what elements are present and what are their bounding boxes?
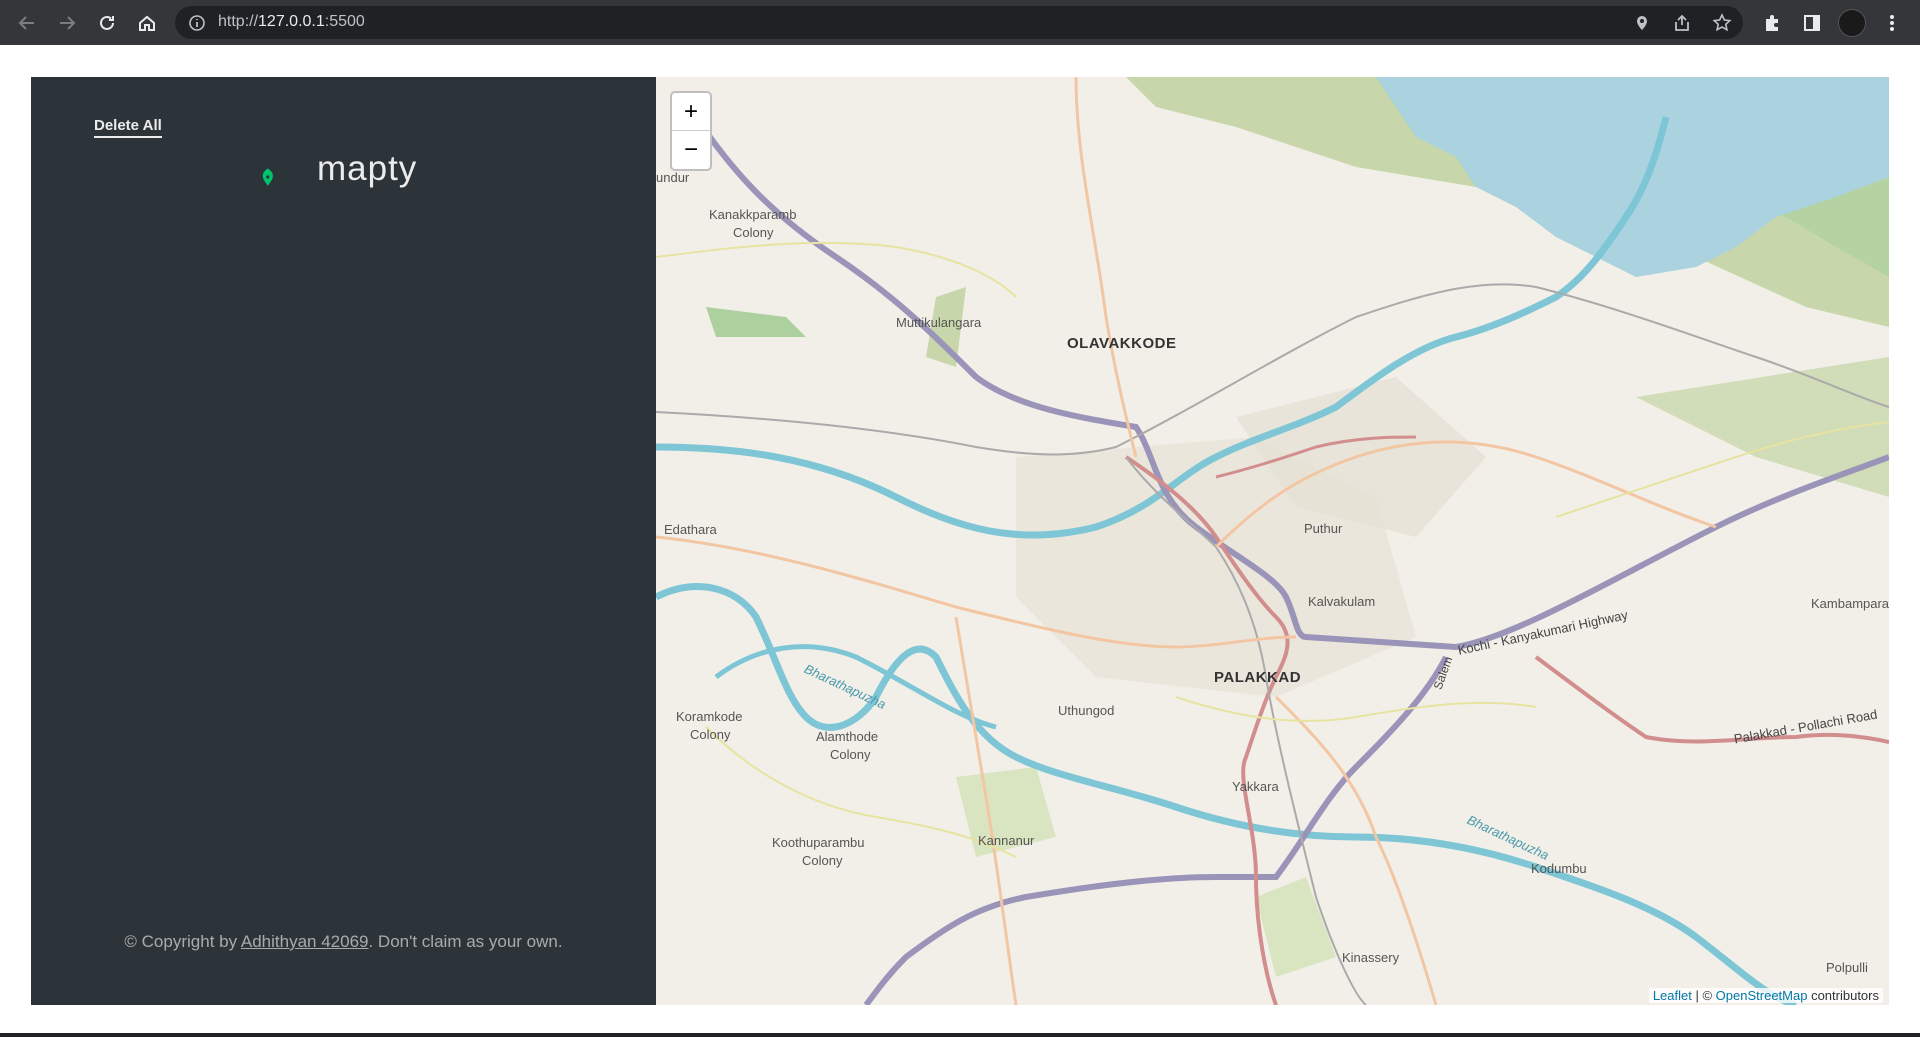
- forward-icon[interactable]: [53, 9, 81, 37]
- place-label: Kannanur: [978, 833, 1035, 848]
- info-icon[interactable]: [188, 14, 206, 32]
- back-icon[interactable]: [13, 9, 41, 37]
- map[interactable]: undur Kanakkparamb Colony Muttikulangara…: [656, 77, 1889, 1005]
- leaflet-link[interactable]: Leaflet: [1653, 988, 1692, 1003]
- extensions-icon[interactable]: [1758, 9, 1786, 37]
- place-label: Colony: [733, 225, 774, 240]
- place-label: Kalvakulam: [1308, 594, 1376, 609]
- map-attribution: Leaflet | © OpenStreetMap contributors: [1648, 988, 1883, 1003]
- osm-link[interactable]: OpenStreetMap: [1716, 988, 1808, 1003]
- url-text: http://127.0.0.1:5500: [218, 13, 365, 30]
- copyright-suffix: . Don't claim as your own.: [368, 932, 563, 951]
- mapty-logo-icon: [262, 168, 273, 186]
- attribution-separator: | ©: [1691, 988, 1716, 1003]
- place-label: Koramkode: [676, 709, 743, 724]
- copyright-prefix: © Copyright by: [124, 932, 241, 951]
- place-label: Koothuparambu: [772, 835, 865, 850]
- share-icon[interactable]: [1668, 9, 1696, 37]
- place-label: Alamthode: [816, 729, 879, 744]
- place-label-major: PALAKKAD: [1214, 669, 1302, 686]
- place-label: Kodumbu: [1531, 861, 1587, 876]
- zoom-control: + −: [670, 91, 712, 171]
- place-label: Colony: [802, 853, 843, 868]
- place-label: Colony: [830, 747, 871, 762]
- place-label: Puthur: [1304, 521, 1343, 536]
- zoom-in-button[interactable]: +: [672, 93, 710, 131]
- place-label: Kinassery: [1342, 950, 1400, 965]
- logo-text: mapty: [317, 149, 418, 188]
- place-label: Kanakkparamb: [709, 207, 797, 222]
- place-label: Polpulli: [1826, 960, 1868, 975]
- place-label: Colony: [690, 727, 731, 742]
- address-bar[interactable]: http://127.0.0.1:5500: [175, 6, 1743, 39]
- sidebar: Delete All mapty © Copyright by Adhithya…: [31, 77, 656, 1005]
- delete-all-button[interactable]: Delete All: [94, 117, 162, 138]
- reload-icon[interactable]: [93, 9, 121, 37]
- place-label: Yakkara: [1232, 779, 1279, 794]
- author-link[interactable]: Adhithyan 42069: [241, 932, 369, 951]
- attribution-suffix: contributors: [1807, 988, 1879, 1003]
- place-label: Uthungod: [1058, 703, 1115, 718]
- browser-toolbar: http://127.0.0.1:5500: [0, 0, 1920, 45]
- copyright: © Copyright by Adhithyan 42069. Don't cl…: [31, 932, 656, 952]
- home-icon[interactable]: [133, 9, 161, 37]
- location-icon[interactable]: [1628, 9, 1656, 37]
- place-label: Edathara: [664, 522, 717, 537]
- bookmark-star-icon[interactable]: [1708, 9, 1736, 37]
- menu-kebab-icon[interactable]: [1878, 9, 1906, 37]
- place-label: Kambampara: [1811, 596, 1889, 611]
- place-label: Muttikulangara: [896, 315, 982, 330]
- profile-avatar[interactable]: [1838, 9, 1866, 37]
- side-panel-icon[interactable]: [1798, 9, 1826, 37]
- place-label-major: OLAVAKKODE: [1067, 335, 1177, 352]
- zoom-out-button[interactable]: −: [672, 131, 710, 168]
- place-label: undur: [656, 170, 690, 185]
- window-bottom-edge: [0, 1033, 1920, 1037]
